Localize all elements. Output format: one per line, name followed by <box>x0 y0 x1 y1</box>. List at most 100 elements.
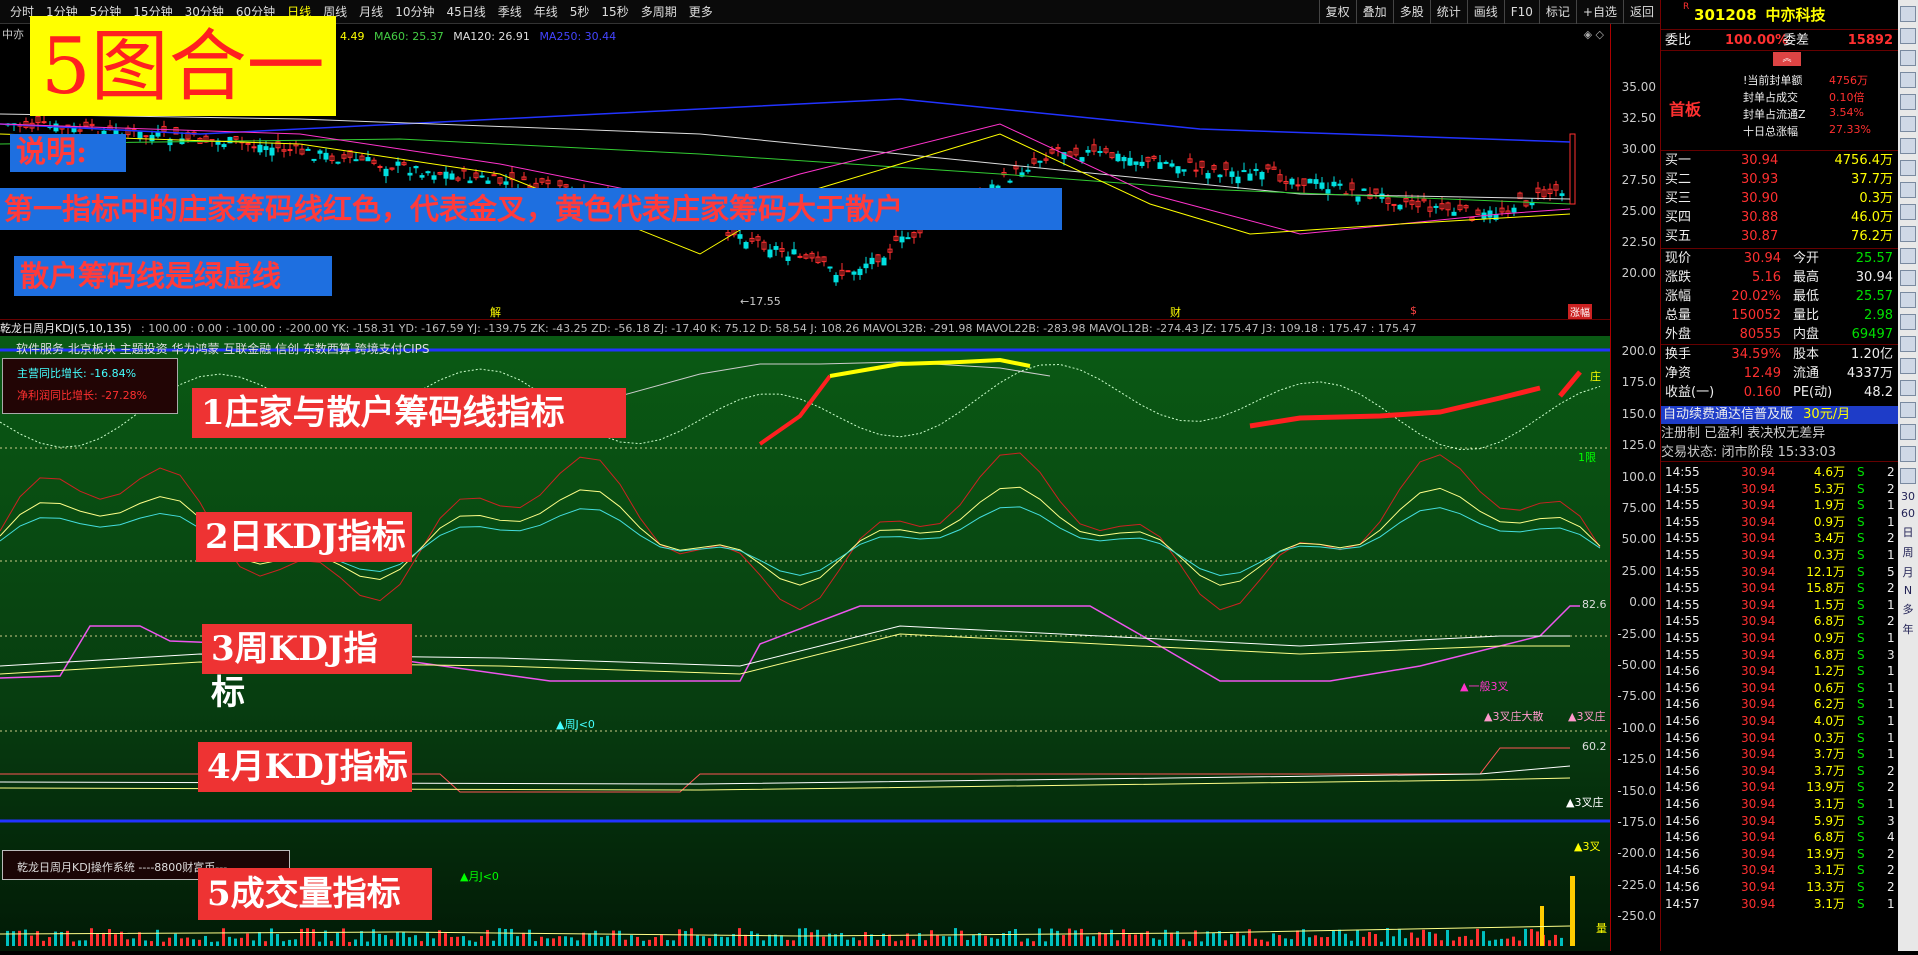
period-tab[interactable]: 季线 <box>492 0 528 24</box>
tool-button[interactable]: F10 <box>1503 0 1539 24</box>
collapse-up-icon[interactable]: ︽ <box>1773 52 1801 66</box>
tick-row[interactable]: 14:55 30.94 3.4万 S 2 <box>1661 530 1899 547</box>
period-shortcut-icon[interactable]: 60 <box>1898 507 1918 520</box>
bid-row[interactable]: 买三 30.90 0.3万 <box>1661 189 1899 208</box>
tick-row[interactable]: 14:56 30.94 13.9万 S 2 <box>1661 779 1899 796</box>
tick-row[interactable]: 14:55 30.94 0.9万 S 1 <box>1661 630 1899 647</box>
period-shortcut-icon[interactable]: 多 <box>1898 601 1918 617</box>
volume-bar <box>1188 941 1191 946</box>
tool-icon[interactable] <box>1900 270 1916 286</box>
marker-zhangfu[interactable]: 涨幅 <box>1568 304 1592 319</box>
tool-icon[interactable] <box>1900 314 1916 330</box>
marker-dollar[interactable]: $ <box>1410 304 1417 317</box>
period-shortcut-icon[interactable]: N <box>1898 584 1918 597</box>
period-tab[interactable]: 45日线 <box>440 0 491 24</box>
tool-button[interactable]: 复权 <box>1318 0 1356 24</box>
tick-row[interactable]: 14:56 30.94 0.3万 S 1 <box>1661 730 1899 747</box>
tool-icon[interactable] <box>1900 138 1916 154</box>
tool-icon[interactable] <box>1900 204 1916 220</box>
tool-icon[interactable] <box>1900 226 1916 242</box>
volume-bar <box>462 936 465 946</box>
period-tab[interactable]: 多周期 <box>635 0 683 24</box>
tick-row[interactable]: 14:56 30.94 0.6万 S 1 <box>1661 680 1899 697</box>
period-shortcut-icon[interactable]: 年 <box>1898 621 1918 637</box>
tick-row[interactable]: 14:56 30.94 6.2万 S 1 <box>1661 696 1899 713</box>
tick-row[interactable]: 14:55 30.94 0.9万 S 1 <box>1661 514 1899 531</box>
promo-banner[interactable]: 自动续费通达信普及版 30元/月 <box>1661 406 1899 424</box>
tick-row[interactable]: 14:55 30.94 4.6万 S 2 <box>1661 464 1899 481</box>
tool-icon[interactable] <box>1900 72 1916 88</box>
tool-icon[interactable] <box>1900 94 1916 110</box>
tick-row[interactable]: 14:56 30.94 3.1万 S 2 <box>1661 862 1899 879</box>
period-shortcut-icon[interactable]: 月 <box>1898 564 1918 580</box>
bid-row[interactable]: 买一 30.94 4756.4万 <box>1661 151 1899 170</box>
tool-icon[interactable] <box>1900 116 1916 132</box>
tool-icon[interactable] <box>1900 6 1916 22</box>
tool-icon[interactable] <box>1900 402 1916 418</box>
period-shortcut-icon[interactable]: 日 <box>1898 524 1918 540</box>
tick-row[interactable]: 14:56 30.94 13.9万 S 2 <box>1661 846 1899 863</box>
tick-row[interactable]: 14:56 30.94 13.3万 S 2 <box>1661 879 1899 896</box>
bid-row[interactable]: 买二 30.93 37.7万 <box>1661 170 1899 189</box>
tick-row[interactable]: 14:56 30.94 3.7万 S 2 <box>1661 763 1899 780</box>
tool-button[interactable]: 统计 <box>1429 0 1467 24</box>
tick-row[interactable]: 14:55 30.94 0.3万 S 1 <box>1661 547 1899 564</box>
tick-time: 14:55 <box>1665 647 1700 662</box>
tool-icon[interactable] <box>1900 28 1916 44</box>
tool-icon[interactable] <box>1900 50 1916 66</box>
tick-row[interactable]: 14:55 30.94 1.9万 S 1 <box>1661 497 1899 514</box>
tool-button[interactable]: +自选 <box>1575 0 1623 24</box>
period-tab[interactable]: 年线 <box>528 0 564 24</box>
period-tab[interactable]: 10分钟 <box>389 0 440 24</box>
marker-jie[interactable]: 解 <box>490 304 501 320</box>
tool-icon[interactable] <box>1900 424 1916 440</box>
tool-icon[interactable] <box>1900 182 1916 198</box>
tick-row[interactable]: 14:56 30.94 3.7万 S 1 <box>1661 746 1899 763</box>
tick-row[interactable]: 14:56 30.94 6.8万 S 4 <box>1661 829 1899 846</box>
period-shortcut-icon[interactable]: 30 <box>1898 490 1918 503</box>
tool-icon[interactable] <box>1900 468 1916 484</box>
tick-row[interactable]: 14:56 30.94 4.0万 S 1 <box>1661 713 1899 730</box>
tool-icon[interactable] <box>1900 248 1916 264</box>
tool-button[interactable]: 多股 <box>1392 0 1430 24</box>
indicator-tick-label: 175.0 <box>1621 375 1656 390</box>
tick-row[interactable]: 14:56 30.94 5.9万 S 3 <box>1661 813 1899 830</box>
indicator-name[interactable]: 乾龙日周月KDJ(5,10,135) <box>0 322 132 335</box>
tool-button[interactable]: 叠加 <box>1355 0 1393 24</box>
volume-bar <box>408 937 411 946</box>
tool-icon-strip: 30 60 日周月 N 多年 <box>1898 0 1918 951</box>
tick-row[interactable]: 14:55 30.94 12.1万 S 5 <box>1661 564 1899 581</box>
tick-row[interactable]: 14:57 30.94 3.1万 S 1 <box>1661 896 1899 913</box>
volume-bar <box>534 941 537 946</box>
tool-icon[interactable] <box>1900 292 1916 308</box>
tool-icon[interactable] <box>1900 446 1916 462</box>
tool-button[interactable]: 画线 <box>1466 0 1504 24</box>
tick-side: S <box>1857 481 1865 496</box>
tool-icon[interactable] <box>1900 160 1916 176</box>
volume-bar <box>1236 931 1239 946</box>
period-tab[interactable]: 更多 <box>683 0 719 24</box>
label-week-j: ▲周J<0 <box>556 718 595 731</box>
tool-icon[interactable] <box>1900 358 1916 374</box>
period-shortcut-icon[interactable]: 周 <box>1898 544 1918 560</box>
marker-cai[interactable]: 财 <box>1170 304 1181 320</box>
bid-row[interactable]: 买五 30.87 76.2万 <box>1661 227 1899 246</box>
tool-icon[interactable] <box>1900 336 1916 352</box>
tick-row[interactable]: 14:55 30.94 6.8万 S 2 <box>1661 613 1899 630</box>
bid-row[interactable]: 买四 30.88 46.0万 <box>1661 208 1899 227</box>
volume-bar <box>1530 929 1533 946</box>
tick-row[interactable]: 14:56 30.94 3.1万 S 1 <box>1661 796 1899 813</box>
tick-time: 14:56 <box>1665 730 1700 745</box>
period-tab[interactable]: 15秒 <box>595 0 634 24</box>
tick-row[interactable]: 14:55 30.94 5.3万 S 2 <box>1661 481 1899 498</box>
tick-row[interactable]: 14:55 30.94 1.5万 S 1 <box>1661 597 1899 614</box>
tick-row[interactable]: 14:55 30.94 6.8万 S 3 <box>1661 647 1899 664</box>
period-tab[interactable]: 5秒 <box>564 0 596 24</box>
chart-settings-icon[interactable]: ◈ ◇ <box>1584 28 1604 41</box>
tool-button[interactable]: 返回 <box>1622 0 1660 24</box>
period-tab[interactable]: 月线 <box>353 0 389 24</box>
tick-row[interactable]: 14:55 30.94 15.8万 S 2 <box>1661 580 1899 597</box>
tool-button[interactable]: 标记 <box>1538 0 1576 24</box>
tool-icon[interactable] <box>1900 380 1916 396</box>
tick-row[interactable]: 14:56 30.94 1.2万 S 1 <box>1661 663 1899 680</box>
